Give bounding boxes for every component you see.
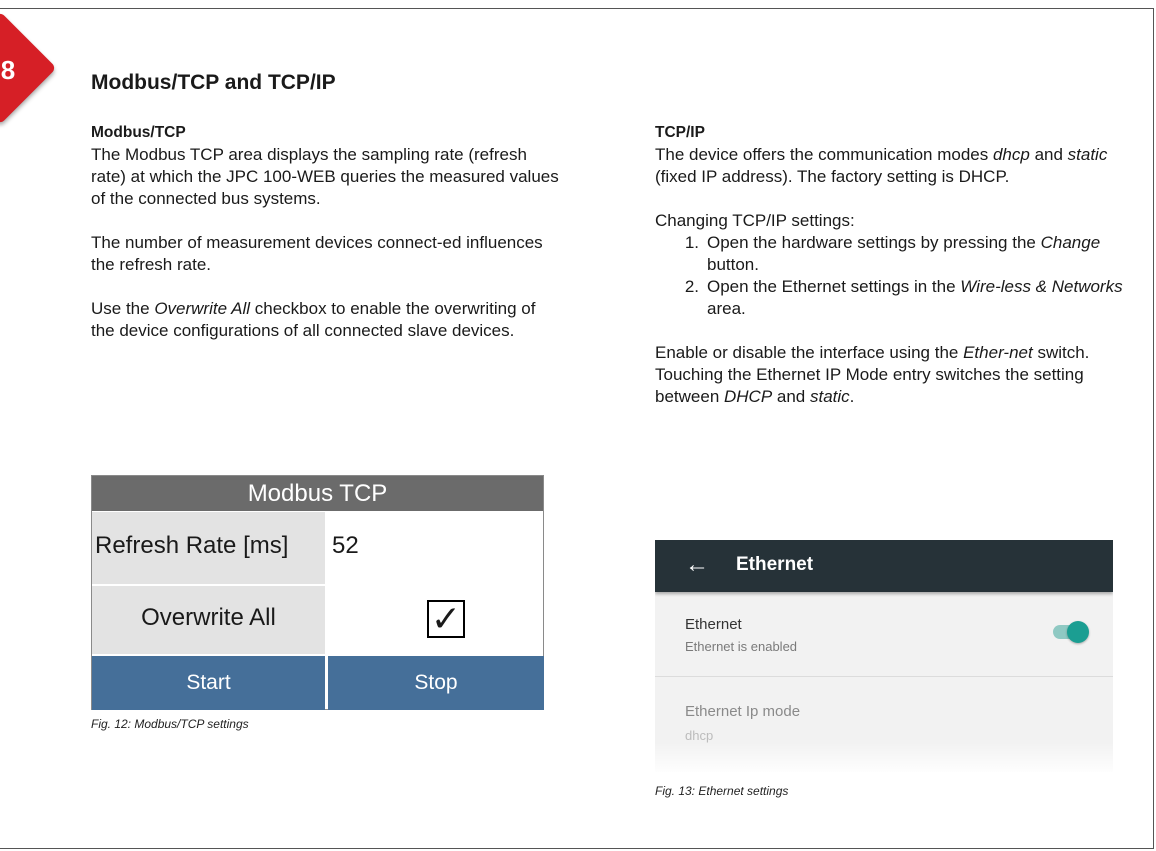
figure-12-caption: Fig. 12: Modbus/TCP settings	[91, 717, 249, 731]
figure-13-caption: Fig. 13: Ethernet settings	[655, 784, 789, 798]
ethernet-settings-panel: ← Ethernet Ethernet Ethernet is enabled …	[655, 540, 1113, 772]
stop-button[interactable]: Stop	[328, 656, 544, 710]
refresh-rate-label: Refresh Rate [ms]	[95, 532, 289, 559]
ip-mode-value: dhcp	[685, 728, 714, 743]
section-heading-tcpip: TCP/IP	[655, 124, 705, 141]
ethernet-title: Ethernet	[736, 554, 814, 575]
tcpip-paragraph-1: The device offers the communication mode…	[655, 145, 1108, 186]
toggle-knob	[1067, 621, 1089, 643]
ethernet-item-subtitle: Ethernet is enabled	[685, 639, 798, 654]
ethernet-app-bar: ← Ethernet	[655, 540, 1113, 592]
section-heading-modbus: Modbus/TCP	[91, 124, 186, 141]
overwrite-all-row: Overwrite All ✓	[92, 586, 543, 654]
modbus-paragraph-3: Use the Overwrite All checkbox to enable…	[91, 299, 536, 340]
ethernet-toggle-item[interactable]: Ethernet Ethernet is enabled	[655, 592, 1113, 677]
refresh-rate-row: Refresh Rate [ms] 52	[92, 512, 543, 584]
tcp-ip-section: TCP/IP The device offers the communicati…	[655, 122, 1125, 408]
start-button[interactable]: Start	[92, 656, 325, 710]
tcpip-paragraph-3: Enable or disable the interface using th…	[655, 343, 1090, 362]
ip-mode-title: Ethernet Ip mode	[685, 703, 801, 720]
arrow-left-icon[interactable]: ←	[685, 550, 709, 580]
chapter-number: 8	[0, 55, 16, 85]
ethernet-ip-mode-item[interactable]: Ethernet Ip mode dhcp	[655, 677, 1113, 772]
ethernet-item-title: Ethernet	[685, 616, 742, 633]
list-item: 1. Open the hardware settings by pressing…	[684, 233, 1101, 274]
steps-list: 1. Open the hardware settings by pressing…	[655, 232, 1125, 320]
modbus-paragraph-1: The Modbus TCP area displays the samplin…	[91, 145, 559, 208]
list-item: 2. Open the Ethernet settings in the Wire…	[684, 277, 1123, 318]
page-title: Modbus/TCP and TCP/IP	[91, 71, 336, 94]
overwrite-all-checkbox[interactable]: ✓	[427, 600, 465, 638]
refresh-rate-value[interactable]: 52	[332, 532, 359, 560]
modbus-tcp-section: Modbus/TCP The Modbus TCP area displays …	[91, 122, 561, 342]
modbus-panel-title: Modbus TCP	[92, 476, 543, 511]
tcpip-paragraph-4: Touching the Ethernet IP Mode entry swit…	[655, 365, 1084, 406]
overwrite-all-label: Overwrite All	[141, 604, 276, 631]
modbus-paragraph-2: The number of measurement devices connec…	[91, 233, 543, 274]
modbus-tcp-panel: Modbus TCP Refresh Rate [ms] 52 Overwrit…	[91, 475, 544, 710]
ethernet-toggle-switch[interactable]	[1053, 621, 1089, 643]
changing-intro: Changing TCP/IP settings:	[655, 211, 855, 230]
